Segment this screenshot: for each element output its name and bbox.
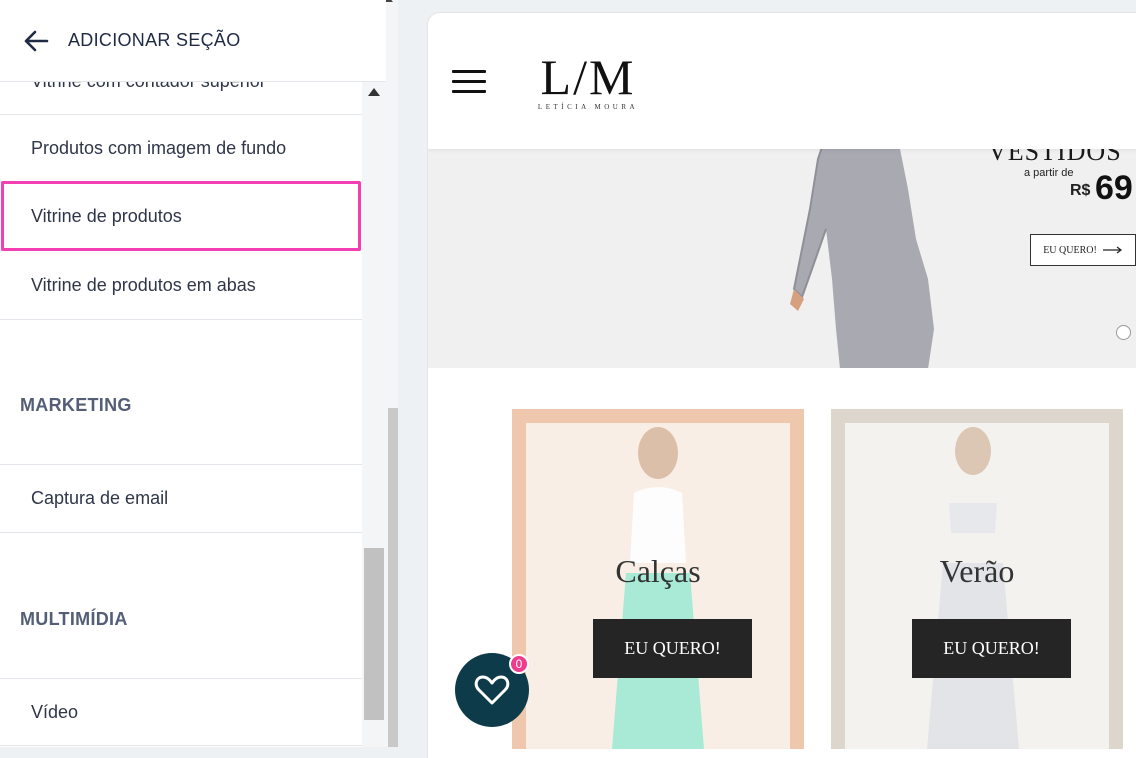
list-item-label: Produtos com imagem de fundo <box>31 138 287 158</box>
window-scrollbar-thumb[interactable] <box>388 408 398 747</box>
panel-scrollbar-thumb[interactable] <box>364 548 384 720</box>
banner-cta-label: EU QUERO! <box>1043 244 1097 256</box>
list-item-vitrine-produtos[interactable]: Vitrine de produtos <box>0 183 362 251</box>
list-item-label: Vitrine de produtos <box>31 206 182 226</box>
category-label: Calças <box>615 553 701 589</box>
banner-title: VESTIDOS <box>988 149 1122 166</box>
banner-model-image <box>790 149 934 368</box>
logo-subtitle: LETÍCIA MOURA <box>537 103 639 111</box>
section-heading-marketing: MARKETING <box>20 395 132 415</box>
banner-cta-button[interactable]: EU QUERO! <box>1030 234 1136 266</box>
section-heading-multimidia: MULTIMÍDIA <box>20 609 128 629</box>
scroll-up-arrow-icon[interactable] <box>368 88 380 96</box>
carousel-dot[interactable] <box>1116 325 1131 340</box>
wishlist-count-badge: 0 <box>509 654 529 674</box>
category-card-calcas[interactable]: Calças EU QUERO! <box>512 409 804 749</box>
store-header: L/M LETÍCIA MOURA <box>428 13 1136 149</box>
arrow-right-icon <box>1102 246 1122 254</box>
category-label: Verão <box>939 553 1015 589</box>
category-image: Calças EU QUERO! <box>526 423 790 749</box>
store-preview: L/M LETÍCIA MOURA VESTIDOS a partir de R… <box>428 13 1136 758</box>
menu-icon[interactable] <box>452 70 486 94</box>
panel-title: ADICIONAR SEÇÃO <box>68 30 241 50</box>
list-item-captura-email[interactable]: Captura de email <box>0 464 362 533</box>
list-item-produtos-imagem-fundo[interactable]: Produtos com imagem de fundo <box>0 115 362 183</box>
list-item-vitrine-abas[interactable]: Vitrine de produtos em abas <box>0 251 362 320</box>
list-item-label: Vitrine de produtos em abas <box>31 274 256 295</box>
add-section-panel: Vitrine com contador superior Produtos c… <box>0 0 398 747</box>
banner-from-text: a partir de <box>1024 167 1074 179</box>
list-item-label: Captura de email <box>31 488 169 508</box>
panel-header: ADICIONAR SEÇÃO <box>0 0 386 82</box>
back-arrow-icon[interactable] <box>22 27 50 55</box>
category-cta-button[interactable]: EU QUERO! <box>912 619 1071 678</box>
store-logo[interactable]: L/M LETÍCIA MOURA <box>528 51 648 113</box>
heart-icon <box>474 675 510 705</box>
list-item-video[interactable]: Vídeo <box>0 678 362 746</box>
category-image: Verão EU QUERO! <box>845 423 1109 749</box>
category-card-verao[interactable]: Verão EU QUERO! <box>831 409 1123 749</box>
section-list: Vitrine com contador superior Produtos c… <box>0 0 362 747</box>
list-item-label: Vídeo <box>31 701 79 722</box>
category-cta-button[interactable]: EU QUERO! <box>593 619 752 678</box>
banner-price: 69 <box>1095 169 1133 207</box>
banner-currency: R$ <box>1070 182 1091 199</box>
hero-banner[interactable]: VESTIDOS a partir de R$ 69 EU QUERO! <box>428 149 1136 368</box>
logo-mark: L/M <box>540 49 636 105</box>
